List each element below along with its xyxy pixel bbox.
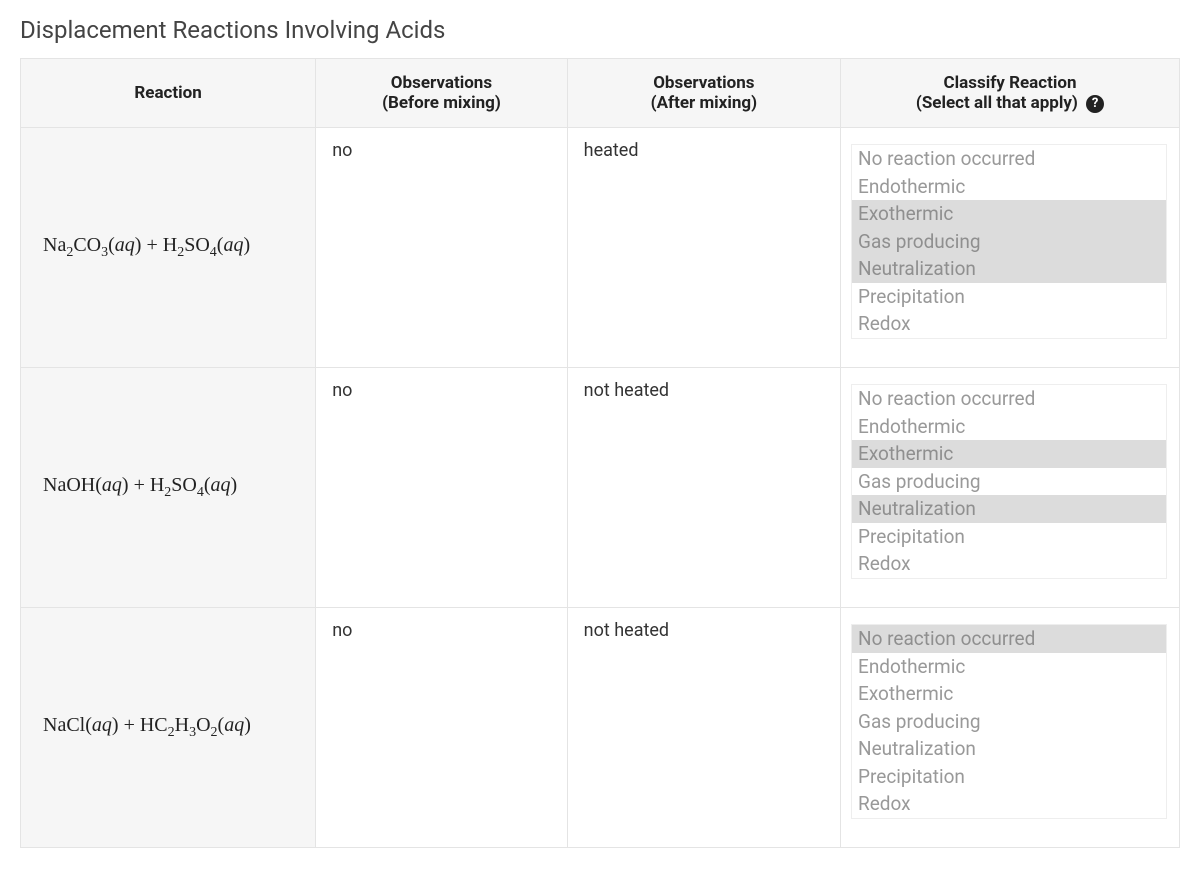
reaction-formula: Na2CO3(aq) + H2SO4(aq): [21, 128, 316, 368]
header-before-line2: (Before mixing): [326, 93, 556, 113]
classify-option[interactable]: Redox: [852, 790, 1166, 818]
observations-before[interactable]: no: [316, 128, 567, 368]
help-icon[interactable]: ?: [1086, 95, 1104, 113]
header-after-line1: Observations: [578, 73, 830, 93]
header-before: Observations (Before mixing): [316, 59, 567, 128]
header-before-line1: Observations: [326, 73, 556, 93]
classify-option[interactable]: Neutralization: [852, 735, 1166, 763]
header-classify-line1: Classify Reaction: [851, 73, 1169, 93]
observations-before[interactable]: no: [316, 608, 567, 848]
classify-listbox[interactable]: No reaction occurredEndothermicExothermi…: [851, 384, 1167, 579]
classify-option[interactable]: No reaction occurred: [852, 145, 1166, 173]
table-header-row: Reaction Observations (Before mixing) Ob…: [21, 59, 1180, 128]
classify-cell: No reaction occurredEndothermicExothermi…: [841, 368, 1180, 608]
classify-option[interactable]: Exothermic: [852, 680, 1166, 708]
classify-option[interactable]: Precipitation: [852, 283, 1166, 311]
table-row: NaOH(aq) + H2SO4(aq)nonot heatedNo react…: [21, 368, 1180, 608]
classify-option[interactable]: Gas producing: [852, 468, 1166, 496]
header-after: Observations (After mixing): [567, 59, 840, 128]
header-reaction: Reaction: [21, 59, 316, 128]
classify-option[interactable]: Redox: [852, 310, 1166, 338]
page-title: Displacement Reactions Involving Acids: [20, 16, 1180, 44]
classify-option[interactable]: Gas producing: [852, 708, 1166, 736]
table-row: Na2CO3(aq) + H2SO4(aq)noheatedNo reactio…: [21, 128, 1180, 368]
classify-listbox[interactable]: No reaction occurredEndothermicExothermi…: [851, 144, 1167, 339]
header-classify: Classify Reaction (Select all that apply…: [841, 59, 1180, 128]
classify-option[interactable]: Gas producing: [852, 228, 1166, 256]
classify-option[interactable]: Endothermic: [852, 173, 1166, 201]
classify-listbox[interactable]: No reaction occurredEndothermicExothermi…: [851, 624, 1167, 819]
classify-option[interactable]: Precipitation: [852, 763, 1166, 791]
observations-after[interactable]: heated: [567, 128, 840, 368]
classify-option[interactable]: Endothermic: [852, 413, 1166, 441]
classify-option[interactable]: Exothermic: [852, 440, 1166, 468]
classify-cell: No reaction occurredEndothermicExothermi…: [841, 128, 1180, 368]
table-row: NaCl(aq) + HC2H3O2(aq)nonot heatedNo rea…: [21, 608, 1180, 848]
classify-option[interactable]: Exothermic: [852, 200, 1166, 228]
reaction-formula: NaOH(aq) + H2SO4(aq): [21, 368, 316, 608]
observations-after[interactable]: not heated: [567, 608, 840, 848]
classify-option[interactable]: Precipitation: [852, 523, 1166, 551]
classify-option[interactable]: Neutralization: [852, 255, 1166, 283]
classify-option[interactable]: Neutralization: [852, 495, 1166, 523]
header-after-line2: (After mixing): [578, 93, 830, 113]
classify-option[interactable]: No reaction occurred: [852, 625, 1166, 653]
observations-before[interactable]: no: [316, 368, 567, 608]
classify-option[interactable]: Redox: [852, 550, 1166, 578]
reactions-table: Reaction Observations (Before mixing) Ob…: [20, 58, 1180, 848]
classify-option[interactable]: No reaction occurred: [852, 385, 1166, 413]
reaction-formula: NaCl(aq) + HC2H3O2(aq): [21, 608, 316, 848]
classify-option[interactable]: Endothermic: [852, 653, 1166, 681]
header-reaction-label: Reaction: [134, 83, 201, 103]
observations-after[interactable]: not heated: [567, 368, 840, 608]
header-classify-line2: (Select all that apply): [916, 93, 1078, 113]
classify-cell: No reaction occurredEndothermicExothermi…: [841, 608, 1180, 848]
